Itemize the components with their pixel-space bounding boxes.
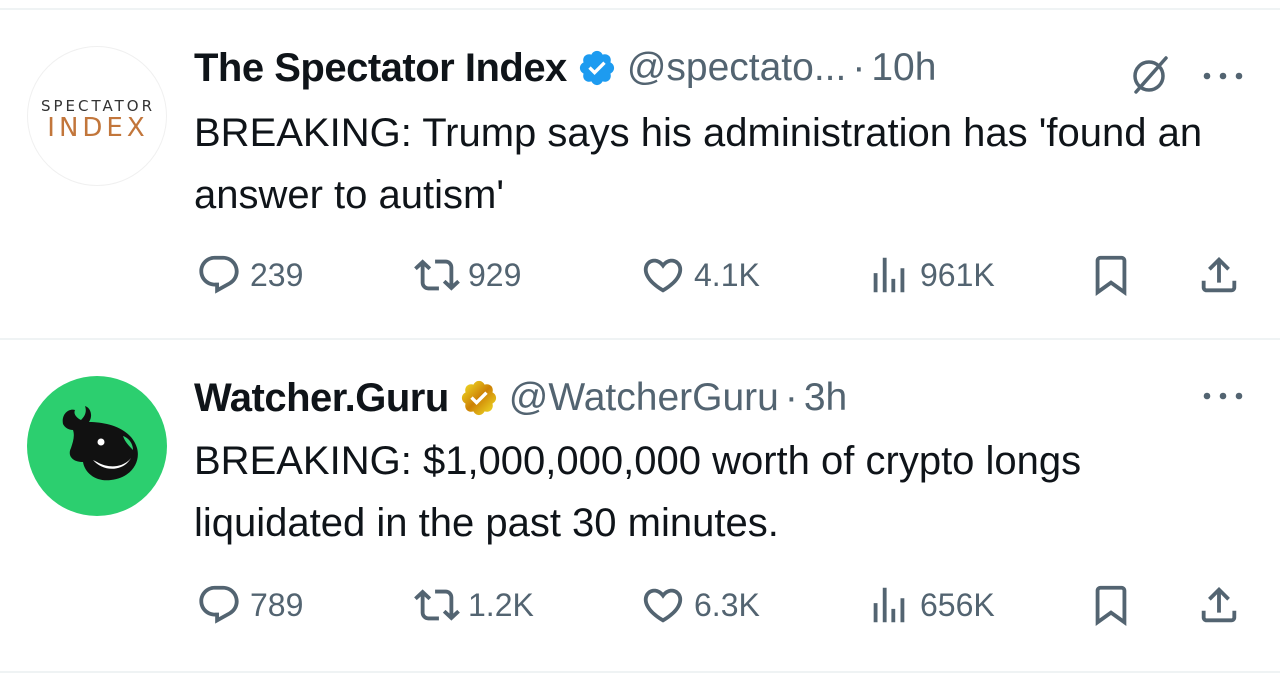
separator-dot: · — [852, 46, 866, 89]
retweet-button[interactable]: 1.2K — [414, 580, 534, 630]
share-icon — [1201, 586, 1237, 623]
views-count: 961K — [920, 256, 995, 293]
reply-button[interactable]: 789 — [196, 580, 303, 630]
share-icon — [1201, 256, 1237, 293]
retweet-button[interactable]: 929 — [414, 250, 521, 300]
views-button[interactable]: 961K — [866, 250, 995, 300]
like-count: 4.1K — [694, 256, 760, 293]
views-icon — [873, 587, 905, 623]
tweet-watcher-guru[interactable]: Watcher.Guru @WatcherGuru · 3h BREAKING:… — [0, 340, 1280, 671]
tweet-actions: 239 929 4.1K 961K — [0, 250, 1280, 300]
tweet-time[interactable]: 3h — [804, 376, 847, 420]
retweet-icon — [414, 259, 460, 291]
retweet-count: 1.2K — [468, 586, 534, 623]
avatar-watcher-guru[interactable] — [27, 376, 167, 516]
tweet-actions: 789 1.2K 6.3K 656K — [0, 580, 1280, 630]
bookmark-icon — [1095, 255, 1127, 296]
reply-icon — [199, 255, 239, 294]
like-icon — [643, 258, 683, 293]
views-count: 656K — [920, 586, 995, 623]
avatar-logo-text-bottom: INDEX — [47, 113, 149, 143]
more-icon[interactable] — [1198, 386, 1248, 406]
reply-button[interactable]: 239 — [196, 250, 303, 300]
like-button[interactable]: 4.1K — [640, 250, 760, 300]
like-count: 6.3K — [694, 586, 760, 623]
views-icon — [873, 257, 905, 293]
bookmark-button[interactable] — [1088, 250, 1134, 300]
retweet-count: 929 — [468, 256, 522, 293]
tweet-text: BREAKING: Trump says his administration … — [194, 111, 1203, 217]
separator-dot: · — [784, 376, 798, 419]
avatar-spectator-index[interactable]: SPECTATOR INDEX — [27, 46, 167, 186]
tweet-text: BREAKING: $1,000,000,000 worth of crypto… — [194, 439, 1082, 545]
bookmark-button[interactable] — [1088, 580, 1134, 630]
tweet-header: Watcher.Guru @WatcherGuru · 3h — [194, 368, 847, 428]
verified-badge-icon — [461, 380, 496, 416]
like-icon — [643, 588, 683, 623]
share-button[interactable] — [1196, 250, 1242, 300]
reply-icon — [199, 585, 239, 624]
views-button[interactable]: 656K — [866, 580, 995, 630]
share-button[interactable] — [1196, 580, 1242, 630]
grok-icon[interactable] — [1126, 52, 1172, 98]
reply-count: 789 — [250, 586, 304, 623]
tweet-time[interactable]: 10h — [871, 46, 936, 90]
author-name[interactable]: Watcher.Guru — [194, 376, 449, 421]
author-handle[interactable]: @spectato... — [627, 46, 847, 90]
bookmark-icon — [1095, 585, 1127, 626]
whale-logo-icon — [62, 406, 138, 481]
retweet-icon — [414, 589, 460, 621]
like-button[interactable]: 6.3K — [640, 580, 760, 630]
tweet-header: The Spectator Index @spectato... · 10h — [194, 38, 936, 98]
author-handle[interactable]: @WatcherGuru — [509, 376, 779, 420]
reply-count: 239 — [250, 256, 304, 293]
verified-badge-icon — [579, 50, 614, 86]
divider-bottom — [0, 671, 1280, 673]
author-name[interactable]: The Spectator Index — [194, 46, 567, 91]
more-icon[interactable] — [1198, 66, 1248, 86]
tweet-spectator-index[interactable]: SPECTATOR INDEX The Spectator Index @spe… — [0, 10, 1280, 338]
